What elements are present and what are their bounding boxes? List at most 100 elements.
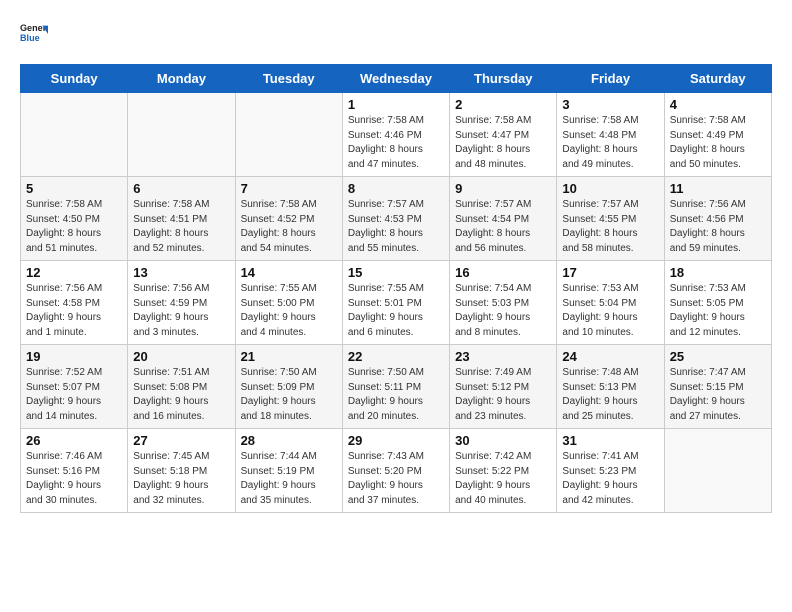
table-row: 11 Sunrise: 7:56 AMSunset: 4:56 PMDayligh… [664,177,771,261]
table-row: 7 Sunrise: 7:58 AMSunset: 4:52 PMDaylight… [235,177,342,261]
day-number: 2 [455,97,551,112]
calendar-table: Sunday Monday Tuesday Wednesday Thursday… [20,64,772,513]
cell-info: Sunrise: 7:42 AMSunset: 5:22 PMDaylight:… [455,450,551,508]
day-number: 17 [562,265,658,280]
table-row: 13 Sunrise: 7:56 AMSunset: 4:59 PMDayligh… [128,261,235,345]
header-wednesday: Wednesday [342,65,449,93]
cell-info: Sunrise: 7:57 AMSunset: 4:53 PMDaylight:… [348,198,444,256]
svg-text:Blue: Blue [20,33,40,43]
day-number: 16 [455,265,551,280]
cell-info: Sunrise: 7:52 AMSunset: 5:07 PMDaylight:… [26,366,122,424]
table-row: 5 Sunrise: 7:58 AMSunset: 4:50 PMDaylight… [21,177,128,261]
table-row: 22Sunrise: 7:50 AMSunset: 5:11 PMDayligh… [342,345,449,429]
cell-info: Sunrise: 7:54 AMSunset: 5:03 PMDaylight:… [455,282,551,340]
cell-info: Sunrise: 7:43 AMSunset: 5:20 PMDaylight:… [348,450,444,508]
day-number: 6 [133,181,229,196]
cell-info: Sunrise: 7:56 AMSunset: 4:59 PMDaylight:… [133,282,229,340]
table-row: 24 Sunrise: 7:48 AMSunset: 5:13 PMDayligh… [557,345,664,429]
table-row: 26 Sunrise: 7:46 AMSunset: 5:16 PMDayligh… [21,429,128,513]
cell-info: Sunrise: 7:50 AMSunset: 5:11 PMDaylight:… [348,366,444,424]
cell-info: Sunrise: 7:50 AMSunset: 5:09 PMDaylight:… [241,366,337,424]
cell-info: Sunrise: 7:53 AMSunset: 5:04 PMDaylight:… [562,282,658,340]
day-number: 15 [348,265,444,280]
day-number: 19 [26,349,122,364]
cell-info: Sunrise: 7:58 AMSunset: 4:46 PMDaylight:… [348,114,444,172]
day-number: 24 [562,349,658,364]
cell-info: Sunrise: 7:57 AMSunset: 4:55 PMDaylight:… [562,198,658,256]
day-number: 31 [562,433,658,448]
table-row: 6 Sunrise: 7:58 AMSunset: 4:51 PMDaylight… [128,177,235,261]
table-row [21,93,128,177]
days-header-row: Sunday Monday Tuesday Wednesday Thursday… [21,65,772,93]
day-number: 7 [241,181,337,196]
cell-info: Sunrise: 7:47 AMSunset: 5:15 PMDaylight:… [670,366,766,424]
day-number: 13 [133,265,229,280]
cell-info: Sunrise: 7:58 AMSunset: 4:47 PMDaylight:… [455,114,551,172]
day-number: 11 [670,181,766,196]
day-number: 10 [562,181,658,196]
table-row: 28 Sunrise: 7:44 AMSunset: 5:19 PMDayligh… [235,429,342,513]
svg-text:General: General [20,23,48,33]
day-number: 8 [348,181,444,196]
table-row: 4 Sunrise: 7:58 AMSunset: 4:49 PMDaylight… [664,93,771,177]
cell-info: Sunrise: 7:53 AMSunset: 5:05 PMDaylight:… [670,282,766,340]
calendar-week-row: 12 Sunrise: 7:56 AMSunset: 4:58 PMDayligh… [21,261,772,345]
table-row: 1 Sunrise: 7:58 AMSunset: 4:46 PMDaylight… [342,93,449,177]
calendar-week-row: 19 Sunrise: 7:52 AMSunset: 5:07 PMDayligh… [21,345,772,429]
table-row: 25 Sunrise: 7:47 AMSunset: 5:15 PMDayligh… [664,345,771,429]
table-row [128,93,235,177]
cell-info: Sunrise: 7:58 AMSunset: 4:51 PMDaylight:… [133,198,229,256]
day-number: 28 [241,433,337,448]
table-row: 17 Sunrise: 7:53 AMSunset: 5:04 PMDayligh… [557,261,664,345]
cell-info: Sunrise: 7:41 AMSunset: 5:23 PMDaylight:… [562,450,658,508]
table-row [664,429,771,513]
calendar-week-row: 1 Sunrise: 7:58 AMSunset: 4:46 PMDaylight… [21,93,772,177]
cell-info: Sunrise: 7:58 AMSunset: 4:49 PMDaylight:… [670,114,766,172]
table-row: 3 Sunrise: 7:58 AMSunset: 4:48 PMDaylight… [557,93,664,177]
cell-info: Sunrise: 7:55 AMSunset: 5:00 PMDaylight:… [241,282,337,340]
header-friday: Friday [557,65,664,93]
table-row: 20Sunrise: 7:51 AMSunset: 5:08 PMDayligh… [128,345,235,429]
day-number: 9 [455,181,551,196]
cell-info: Sunrise: 7:56 AMSunset: 4:58 PMDaylight:… [26,282,122,340]
day-number: 12 [26,265,122,280]
page-header: General Blue [20,20,772,48]
cell-info: Sunrise: 7:58 AMSunset: 4:50 PMDaylight:… [26,198,122,256]
day-number: 14 [241,265,337,280]
day-number: 4 [670,97,766,112]
calendar-week-row: 26 Sunrise: 7:46 AMSunset: 5:16 PMDayligh… [21,429,772,513]
cell-info: Sunrise: 7:46 AMSunset: 5:16 PMDaylight:… [26,450,122,508]
day-number: 29 [348,433,444,448]
table-row: 10 Sunrise: 7:57 AMSunset: 4:55 PMDayligh… [557,177,664,261]
header-sunday: Sunday [21,65,128,93]
table-row: 14 Sunrise: 7:55 AMSunset: 5:00 PMDayligh… [235,261,342,345]
day-number: 3 [562,97,658,112]
table-row: 8 Sunrise: 7:57 AMSunset: 4:53 PMDaylight… [342,177,449,261]
table-row: 16 Sunrise: 7:54 AMSunset: 5:03 PMDayligh… [450,261,557,345]
cell-info: Sunrise: 7:49 AMSunset: 5:12 PMDaylight:… [455,366,551,424]
table-row: 18 Sunrise: 7:53 AMSunset: 5:05 PMDayligh… [664,261,771,345]
table-row: 9Sunrise: 7:57 AMSunset: 4:54 PMDaylight… [450,177,557,261]
table-row: 29 Sunrise: 7:43 AMSunset: 5:20 PMDayligh… [342,429,449,513]
table-row: 19 Sunrise: 7:52 AMSunset: 5:07 PMDayligh… [21,345,128,429]
logo-icon: General Blue [20,20,48,48]
cell-info: Sunrise: 7:44 AMSunset: 5:19 PMDaylight:… [241,450,337,508]
day-number: 5 [26,181,122,196]
day-number: 23 [455,349,551,364]
day-number: 20 [133,349,229,364]
calendar-week-row: 5 Sunrise: 7:58 AMSunset: 4:50 PMDaylight… [21,177,772,261]
cell-info: Sunrise: 7:58 AMSunset: 4:52 PMDaylight:… [241,198,337,256]
header-monday: Monday [128,65,235,93]
table-row: 31 Sunrise: 7:41 AMSunset: 5:23 PMDayligh… [557,429,664,513]
day-number: 1 [348,97,444,112]
day-number: 18 [670,265,766,280]
day-number: 27 [133,433,229,448]
cell-info: Sunrise: 7:55 AMSunset: 5:01 PMDaylight:… [348,282,444,340]
table-row: 2 Sunrise: 7:58 AMSunset: 4:47 PMDaylight… [450,93,557,177]
cell-info: Sunrise: 7:48 AMSunset: 5:13 PMDaylight:… [562,366,658,424]
day-number: 25 [670,349,766,364]
header-saturday: Saturday [664,65,771,93]
day-number: 26 [26,433,122,448]
cell-info: Sunrise: 7:58 AMSunset: 4:48 PMDaylight:… [562,114,658,172]
cell-info: Sunrise: 7:56 AMSunset: 4:56 PMDaylight:… [670,198,766,256]
